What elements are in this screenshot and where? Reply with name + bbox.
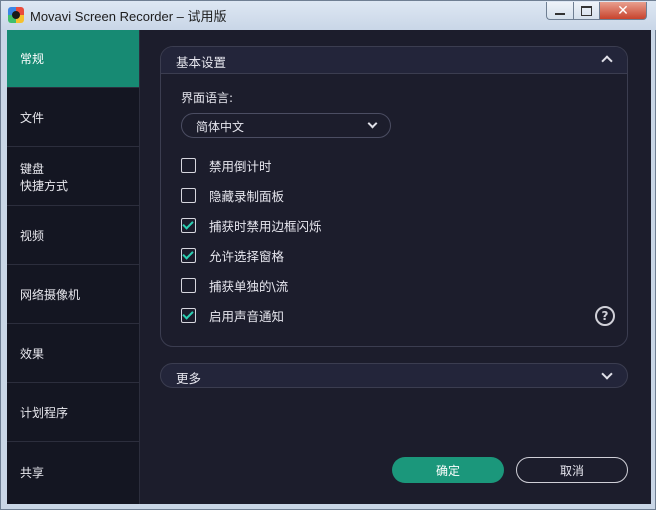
sidebar-item-label: 文件	[20, 111, 45, 125]
sidebar-item-label: 效果	[20, 347, 45, 361]
option-label: 捕获单独的\流	[209, 278, 289, 294]
language-value: 简体中文	[196, 120, 245, 134]
sidebar-item-general[interactable]: 常规	[7, 30, 139, 88]
settings-dialog: 常规 文件 键盘 快捷方式 视频 网络摄像机 效果 计划程序 共享 基本设置 界…	[7, 30, 651, 504]
close-icon: ✕	[617, 2, 629, 19]
checkbox[interactable]	[181, 187, 196, 203]
checkbox[interactable]	[181, 217, 196, 233]
basic-settings-header[interactable]: 基本设置	[161, 47, 627, 74]
option-label: 允许选择窗格	[209, 248, 285, 264]
sidebar-item-label: 网络摄像机	[20, 288, 81, 302]
option-capture-separate-streams[interactable]: 捕获单独的\流	[181, 276, 288, 294]
sidebar-item-video[interactable]: 视频	[7, 207, 139, 265]
maximize-icon	[581, 5, 592, 16]
more-label: 更多	[176, 371, 202, 386]
option-sound-notifications[interactable]: 启用声音通知	[181, 306, 284, 324]
sidebar-item-keyboard-shortcuts[interactable]: 键盘 快捷方式	[7, 148, 139, 206]
option-allow-pane-selection[interactable]: 允许选择窗格	[181, 246, 284, 264]
checkbox[interactable]	[181, 247, 196, 263]
title-bar[interactable]: Movavi Screen Recorder – 试用版 ✕	[1, 1, 656, 30]
app-window: Movavi Screen Recorder – 试用版 ✕ 常规 文件 键盘 …	[0, 0, 656, 510]
checkbox[interactable]	[181, 277, 196, 293]
language-label: 界面语言:	[181, 91, 234, 105]
sidebar-item-label: 常规	[20, 52, 45, 66]
option-label: 隐藏录制面板	[209, 188, 285, 204]
sidebar-item-sharing[interactable]: 共享	[7, 443, 139, 501]
language-select[interactable]: 简体中文	[181, 113, 391, 138]
option-disable-border-flash[interactable]: 捕获时禁用边框闪烁	[181, 216, 322, 234]
close-button[interactable]: ✕	[599, 2, 647, 20]
checkbox[interactable]	[181, 307, 196, 323]
basic-settings-panel: 基本设置 界面语言: 简体中文 禁用倒计时 隐藏录制面板 捕获时禁用边框闪烁 允…	[160, 46, 628, 347]
sidebar-item-scheduler[interactable]: 计划程序	[7, 384, 139, 442]
option-label: 禁用倒计时	[209, 158, 272, 174]
minimize-icon	[555, 12, 565, 15]
sidebar-item-effects[interactable]: 效果	[7, 325, 139, 383]
option-label: 启用声音通知	[209, 308, 285, 324]
window-title: Movavi Screen Recorder – 试用版	[30, 9, 227, 24]
sidebar-item-files[interactable]: 文件	[7, 89, 139, 147]
option-label: 捕获时禁用边框闪烁	[209, 218, 322, 234]
checkbox[interactable]	[181, 157, 196, 173]
movavi-logo-icon	[8, 7, 24, 23]
chevron-up-icon	[601, 55, 613, 67]
chevron-down-icon	[367, 118, 378, 129]
sidebar-item-label-line2: 快捷方式	[20, 178, 69, 193]
maximize-button[interactable]	[573, 2, 599, 20]
ok-button[interactable]: 确定	[392, 457, 504, 483]
basic-settings-title: 基本设置	[176, 55, 227, 70]
sidebar-item-label: 计划程序	[20, 406, 69, 420]
help-icon[interactable]: ?	[595, 306, 615, 326]
sidebar-item-label: 共享	[20, 465, 45, 480]
option-hide-recording-panel[interactable]: 隐藏录制面板	[181, 186, 284, 204]
sidebar-item-label: 键盘	[20, 161, 45, 176]
sidebar-item-label: 视频	[20, 229, 45, 243]
more-section-toggle[interactable]: 更多	[160, 363, 628, 388]
sidebar: 常规 文件 键盘 快捷方式 视频 网络摄像机 效果 计划程序 共享	[7, 30, 140, 504]
cancel-button[interactable]: 取消	[516, 457, 628, 483]
sidebar-item-webcam[interactable]: 网络摄像机	[7, 266, 139, 324]
chevron-down-icon	[601, 368, 613, 380]
minimize-button[interactable]	[546, 2, 573, 20]
option-disable-countdown[interactable]: 禁用倒计时	[181, 156, 272, 174]
